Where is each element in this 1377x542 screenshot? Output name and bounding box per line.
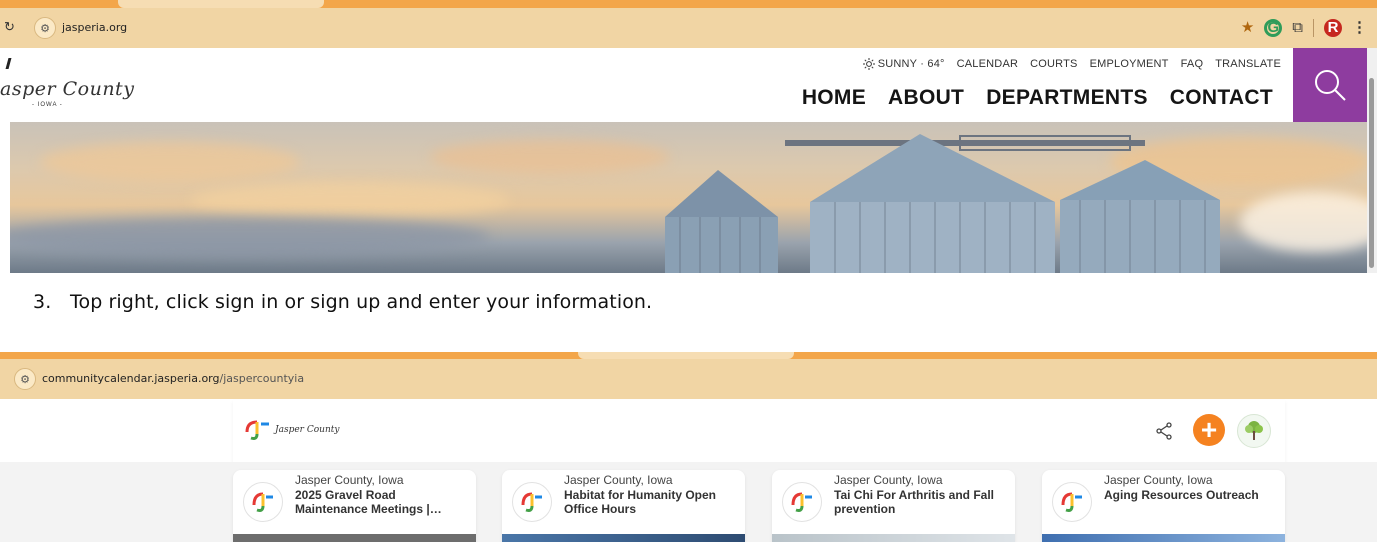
site-logo[interactable]: asper County — [0, 78, 134, 100]
share-icon[interactable] — [1155, 422, 1173, 440]
event-card[interactable]: Jasper County, Iowa Tai Chi For Arthriti… — [772, 470, 1015, 542]
browser-address-bar[interactable]: ⚙ communitycalendar.jasperia.org/jasperc… — [0, 359, 1377, 399]
event-image — [233, 534, 476, 542]
main-nav-departments[interactable]: DEPARTMENTS — [986, 86, 1148, 110]
grammarly-icon[interactable]: G — [1264, 19, 1283, 37]
event-title[interactable]: 2025 Gravel Road Maintenance Meetings |… — [295, 488, 471, 516]
search-button[interactable] — [1293, 48, 1367, 122]
util-nav-courts[interactable]: COURTS — [1030, 58, 1077, 70]
screenshot-community-calendar: ⚙ communitycalendar.jasperia.org/jasperc… — [0, 352, 1377, 542]
url-path: /jaspercountyia — [219, 372, 305, 385]
main-nav-contact[interactable]: CONTACT — [1170, 86, 1273, 110]
menu-icon[interactable]: ⋮ — [1352, 18, 1367, 38]
event-title[interactable]: Aging Resources Outreach — [1104, 488, 1280, 502]
add-event-button[interactable]: + — [1193, 414, 1225, 446]
event-image — [1042, 534, 1285, 542]
site-header: asper County - IOWA - SUNNY · 64° CALEND… — [0, 48, 1377, 122]
jasper-county-logo-icon — [252, 492, 273, 512]
browser-tab-strip — [0, 0, 1377, 8]
event-image — [772, 534, 1015, 542]
logo-mark — [5, 58, 12, 69]
plus-icon: + — [1200, 414, 1218, 445]
event-organizer: Jasper County, Iowa — [295, 473, 404, 487]
calendar-header: Jasper County + — [233, 400, 1285, 462]
grain-silos-illustration — [665, 134, 1220, 273]
organizer-logo — [243, 482, 283, 522]
extensions-icon[interactable]: ⧉ — [1292, 18, 1303, 38]
jasper-county-logo-icon — [521, 492, 542, 512]
event-card[interactable]: Jasper County, Iowa Aging Resources Outr… — [1042, 470, 1285, 542]
calendar-logo-text: Jasper County — [275, 425, 340, 435]
active-tab[interactable] — [578, 352, 794, 359]
screenshot-jasperia-homepage: ↻ ⚙ jasperia.org ★ G ⧉ R ⋮ asper County … — [0, 0, 1377, 273]
event-organizer: Jasper County, Iowa — [834, 473, 943, 487]
event-organizer: Jasper County, Iowa — [1104, 473, 1213, 487]
browser-address-bar[interactable]: ↻ ⚙ jasperia.org ★ G ⧉ R ⋮ — [0, 8, 1377, 48]
event-card[interactable]: Jasper County, Iowa Habitat for Humanity… — [502, 470, 745, 542]
organizer-logo — [512, 482, 552, 522]
jasper-county-logo-icon — [791, 492, 812, 512]
reload-icon[interactable]: ↻ — [4, 19, 15, 35]
url-host: communitycalendar.jasperia.org — [42, 372, 220, 385]
instruction-text: Top right, click sign in or sign up and … — [70, 291, 653, 313]
event-title[interactable]: Habitat for Humanity Open Office Hours — [564, 488, 740, 516]
page-scrollbar-thumb[interactable] — [1369, 78, 1374, 268]
util-nav-translate[interactable]: TRANSLATE — [1215, 58, 1281, 70]
site-info-icon[interactable]: ⚙ — [14, 368, 36, 390]
url-text[interactable]: jasperia.org — [62, 21, 127, 34]
organizer-logo — [1052, 482, 1092, 522]
bookmark-star-icon[interactable]: ★ — [1241, 18, 1254, 38]
site-logo-subtitle: - IOWA - — [32, 102, 63, 108]
site-info-icon[interactable]: ⚙ — [34, 17, 56, 39]
jasper-county-logo-icon — [1061, 492, 1082, 512]
utility-nav: SUNNY · 64° CALENDAR COURTS EMPLOYMENT F… — [862, 58, 1281, 70]
partner-logo[interactable] — [1237, 414, 1271, 448]
toolbar-divider — [1313, 19, 1314, 37]
main-nav-home[interactable]: HOME — [802, 86, 866, 110]
util-nav-employment[interactable]: EMPLOYMENT — [1090, 58, 1169, 70]
instruction-number: 3. — [33, 291, 52, 313]
util-nav-calendar[interactable]: CALENDAR — [957, 58, 1019, 70]
search-icon — [1315, 70, 1346, 101]
weather-sun-icon — [862, 58, 875, 70]
organizer-logo — [782, 482, 822, 522]
event-title[interactable]: Tai Chi For Arthritis and Fall preventio… — [834, 488, 1010, 516]
weather-text: SUNNY · 64° — [877, 58, 945, 70]
weather-widget[interactable]: SUNNY · 64° — [862, 58, 945, 70]
instruction-step: 3. Top right, click sign in or sign up an… — [33, 291, 652, 313]
tree-icon — [1245, 421, 1263, 440]
browser-toolbar-icons: ★ G ⧉ R ⋮ — [1241, 18, 1367, 38]
hero-banner-image — [10, 122, 1367, 273]
event-image — [502, 534, 745, 542]
jasper-county-logo-icon — [245, 420, 269, 440]
main-nav: HOME ABOUT DEPARTMENTS CONTACT — [802, 86, 1273, 110]
event-organizer: Jasper County, Iowa — [564, 473, 673, 487]
profile-avatar[interactable]: R — [1324, 19, 1342, 37]
util-nav-faq[interactable]: FAQ — [1181, 58, 1204, 70]
browser-tab-strip — [0, 352, 1377, 359]
active-tab[interactable] — [118, 0, 324, 8]
url-text[interactable]: communitycalendar.jasperia.org/jaspercou… — [42, 372, 304, 385]
event-card[interactable]: Jasper County, Iowa 2025 Gravel Road Mai… — [233, 470, 476, 542]
main-nav-about[interactable]: ABOUT — [888, 86, 964, 110]
calendar-logo[interactable]: Jasper County — [243, 418, 339, 442]
